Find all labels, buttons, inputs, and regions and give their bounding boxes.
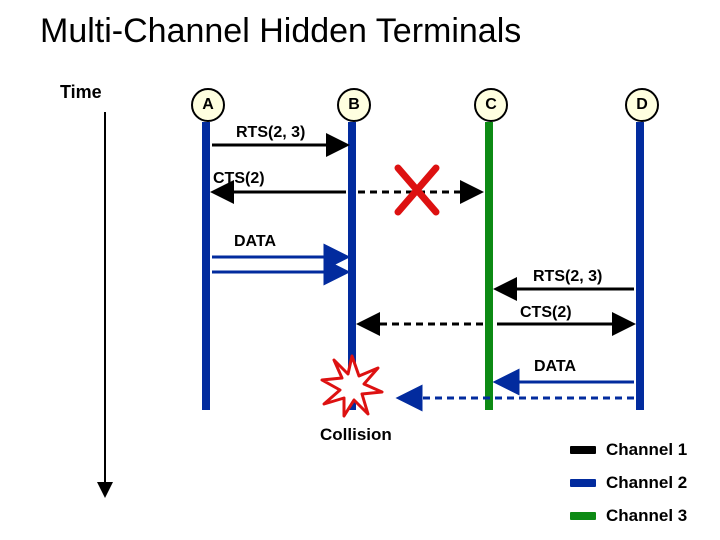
label-cts-cd: CTS(2) [520,304,572,322]
legend-label-ch1: Channel 1 [606,440,687,460]
legend-channel-2: Channel 2 [570,473,687,493]
label-cts-ba: CTS(2) [213,170,265,188]
time-axis-label: Time [60,82,102,103]
collision-label: Collision [320,425,392,445]
legend-swatch-ch3 [570,512,596,520]
blocked-x-icon [398,168,436,212]
label-rts-ab: RTS(2, 3) [236,124,305,142]
legend-channel-3: Channel 3 [570,506,687,526]
node-c: C [474,88,508,122]
legend-channel-1: Channel 1 [570,440,687,460]
timeline-c [485,122,493,410]
node-d: D [625,88,659,122]
label-data-ab: DATA [234,233,276,251]
timeline-a [202,122,210,410]
label-rts-dc: RTS(2, 3) [533,268,602,286]
node-b: B [337,88,371,122]
node-a: A [191,88,225,122]
timeline-b [348,122,356,410]
legend-swatch-ch1 [570,446,596,454]
legend-label-ch2: Channel 2 [606,473,687,493]
page-title: Multi-Channel Hidden Terminals [40,12,521,51]
label-data-dc: DATA [534,358,576,376]
legend-swatch-ch2 [570,479,596,487]
timeline-d [636,122,644,410]
legend-label-ch3: Channel 3 [606,506,687,526]
